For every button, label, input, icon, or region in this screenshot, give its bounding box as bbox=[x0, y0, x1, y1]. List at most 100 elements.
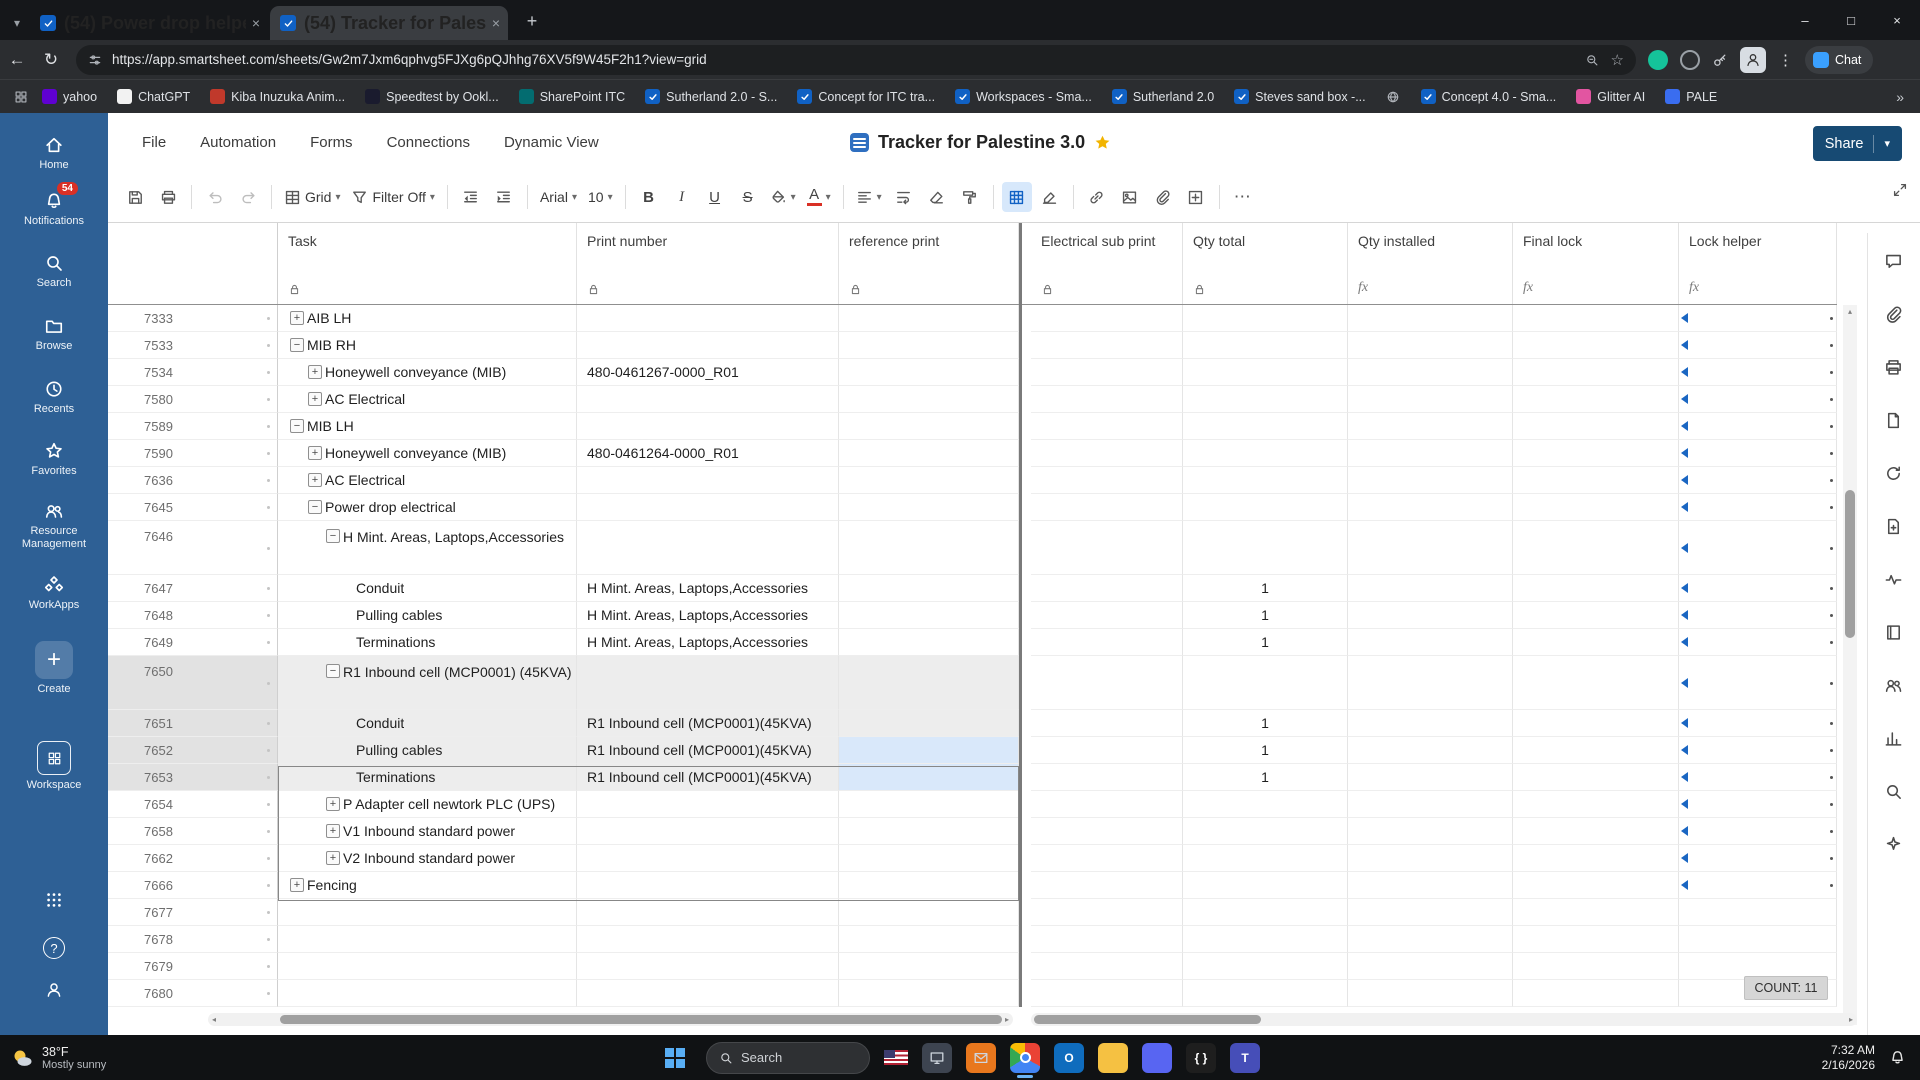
cell-task[interactable]: +AIB LH bbox=[278, 305, 577, 332]
sidebar-item-home[interactable]: Home bbox=[0, 135, 108, 172]
cell-qty-total[interactable]: 1 bbox=[1183, 764, 1348, 791]
cell-lock-helper[interactable] bbox=[1679, 791, 1837, 818]
cell-print-number[interactable] bbox=[577, 791, 839, 818]
cell-qty-installed[interactable] bbox=[1348, 899, 1513, 926]
cell-electrical-sub-print[interactable] bbox=[1031, 440, 1183, 467]
horizontal-scrollbar-right[interactable]: ▸ bbox=[1031, 1013, 1857, 1026]
cell-final-lock[interactable] bbox=[1513, 980, 1679, 1007]
cell-lock-helper[interactable] bbox=[1679, 602, 1837, 629]
cell-print-number[interactable] bbox=[577, 332, 839, 359]
cell-print-number[interactable]: H Mint. Areas, Laptops,Accessories bbox=[577, 575, 839, 602]
cell-electrical-sub-print[interactable] bbox=[1031, 710, 1183, 737]
cell-lock-helper[interactable] bbox=[1679, 332, 1837, 359]
expand-toggle-icon[interactable]: + bbox=[326, 797, 340, 811]
bookmark-kiba-inuzuka-anim[interactable]: Kiba Inuzuka Anim... bbox=[210, 89, 345, 104]
cell-task[interactable]: +Honeywell conveyance (MIB) bbox=[278, 440, 577, 467]
summary-icon[interactable] bbox=[1877, 616, 1909, 648]
cell-electrical-sub-print[interactable] bbox=[1031, 602, 1183, 629]
cell-qty-installed[interactable] bbox=[1348, 764, 1513, 791]
maximize-button[interactable]: □ bbox=[1828, 0, 1874, 40]
cell-qty-total[interactable] bbox=[1183, 845, 1348, 872]
cell-print-number[interactable] bbox=[577, 386, 839, 413]
cell-lock-helper[interactable] bbox=[1679, 494, 1837, 521]
profile-icon[interactable] bbox=[0, 981, 108, 999]
cell-qty-total[interactable] bbox=[1183, 818, 1348, 845]
cell-qty-total[interactable] bbox=[1183, 413, 1348, 440]
notifications-bell-icon[interactable] bbox=[1889, 1049, 1906, 1066]
cell-qty-total[interactable] bbox=[1183, 872, 1348, 899]
row-number[interactable]: 7679 bbox=[108, 953, 278, 980]
column-header-reference-print[interactable]: reference print bbox=[839, 223, 1019, 304]
new-tab-button[interactable]: + bbox=[518, 11, 546, 32]
expand-toggle-icon[interactable]: + bbox=[308, 446, 322, 460]
contacts-icon[interactable] bbox=[1877, 669, 1909, 701]
cell-electrical-sub-print[interactable] bbox=[1031, 521, 1183, 575]
browser-menu-icon[interactable]: ⋮ bbox=[1778, 51, 1793, 69]
cell-print-number[interactable]: R1 Inbound cell (MCP0001)(45KVA) bbox=[577, 737, 839, 764]
cell-qty-total[interactable] bbox=[1183, 440, 1348, 467]
teams-app-icon[interactable]: T bbox=[1230, 1043, 1260, 1073]
close-button[interactable]: × bbox=[1874, 0, 1920, 40]
sidebar-item-create[interactable]: +Create bbox=[0, 641, 108, 696]
cell-reference-print[interactable] bbox=[839, 629, 1019, 656]
cell-qty-installed[interactable] bbox=[1348, 332, 1513, 359]
cell-final-lock[interactable] bbox=[1513, 953, 1679, 980]
cell-task[interactable]: −MIB RH bbox=[278, 332, 577, 359]
cell-electrical-sub-print[interactable] bbox=[1031, 467, 1183, 494]
cell-reference-print[interactable] bbox=[839, 656, 1019, 710]
cell-qty-installed[interactable] bbox=[1348, 818, 1513, 845]
cell-final-lock[interactable] bbox=[1513, 413, 1679, 440]
menu-forms[interactable]: Forms bbox=[310, 134, 353, 151]
chrome-app-icon[interactable] bbox=[1010, 1043, 1040, 1073]
cell-qty-installed[interactable] bbox=[1348, 305, 1513, 332]
cell-reference-print[interactable] bbox=[839, 791, 1019, 818]
bookmark-star-icon[interactable]: ☆ bbox=[1611, 51, 1624, 69]
bookmark-sutherland-2-0-s[interactable]: Sutherland 2.0 - S... bbox=[645, 89, 777, 104]
cell-qty-total[interactable] bbox=[1183, 386, 1348, 413]
cell-qty-installed[interactable] bbox=[1348, 872, 1513, 899]
cell-reference-print[interactable] bbox=[839, 575, 1019, 602]
bookmark-glitter-ai[interactable]: Glitter AI bbox=[1576, 89, 1645, 104]
row-number[interactable]: 7666 bbox=[108, 872, 278, 899]
cell-lock-helper[interactable] bbox=[1679, 440, 1837, 467]
expand-toggle-icon[interactable]: + bbox=[326, 824, 340, 838]
bookmark-steves-sand-box[interactable]: Steves sand box -... bbox=[1234, 89, 1365, 104]
column-header-final-lock[interactable]: Final lockfx bbox=[1513, 223, 1679, 304]
start-button[interactable] bbox=[658, 1041, 692, 1075]
cell-electrical-sub-print[interactable] bbox=[1031, 413, 1183, 440]
cell-electrical-sub-print[interactable] bbox=[1031, 926, 1183, 953]
cell-reference-print[interactable] bbox=[839, 413, 1019, 440]
proofs-icon[interactable] bbox=[1877, 351, 1909, 383]
cell-reference-print[interactable] bbox=[839, 386, 1019, 413]
cell-final-lock[interactable] bbox=[1513, 305, 1679, 332]
collapse-toggle-icon[interactable]: − bbox=[290, 338, 304, 352]
cell-qty-total[interactable]: 1 bbox=[1183, 575, 1348, 602]
search-sheet-icon[interactable] bbox=[1877, 775, 1909, 807]
vertical-scrollbar[interactable]: ▴ ▾ bbox=[1843, 305, 1857, 1025]
horizontal-scrollbar-left-thumb[interactable] bbox=[280, 1015, 1002, 1024]
cell-final-lock[interactable] bbox=[1513, 656, 1679, 710]
sidebar-item-workapps[interactable]: WorkApps bbox=[0, 575, 108, 612]
cell-electrical-sub-print[interactable] bbox=[1031, 656, 1183, 710]
cell-qty-total[interactable] bbox=[1183, 926, 1348, 953]
cell-reference-print[interactable] bbox=[839, 710, 1019, 737]
collapse-toggle-icon[interactable]: − bbox=[308, 500, 322, 514]
column-header-print-number[interactable]: Print number bbox=[577, 223, 839, 304]
cell-task[interactable]: −MIB LH bbox=[278, 413, 577, 440]
cell-electrical-sub-print[interactable] bbox=[1031, 359, 1183, 386]
cell-qty-installed[interactable] bbox=[1348, 386, 1513, 413]
cell-reference-print[interactable] bbox=[839, 467, 1019, 494]
cell-lock-helper[interactable] bbox=[1679, 710, 1837, 737]
format-painter-button[interactable] bbox=[955, 182, 985, 212]
cell-qty-total[interactable] bbox=[1183, 305, 1348, 332]
attachments-icon[interactable] bbox=[1877, 298, 1909, 330]
cell-electrical-sub-print[interactable] bbox=[1031, 818, 1183, 845]
browser-tab[interactable]: (54) Power drop helper - Smartshe...× bbox=[30, 6, 268, 40]
discord-app-icon[interactable] bbox=[1142, 1043, 1172, 1073]
row-number[interactable]: 7650 bbox=[108, 656, 278, 710]
bookmark-workspaces-sma[interactable]: Workspaces - Sma... bbox=[955, 89, 1092, 104]
expand-toggle-icon[interactable]: + bbox=[308, 473, 322, 487]
cell-electrical-sub-print[interactable] bbox=[1031, 575, 1183, 602]
cell-reference-print[interactable] bbox=[839, 521, 1019, 575]
cell-print-number[interactable] bbox=[577, 980, 839, 1007]
